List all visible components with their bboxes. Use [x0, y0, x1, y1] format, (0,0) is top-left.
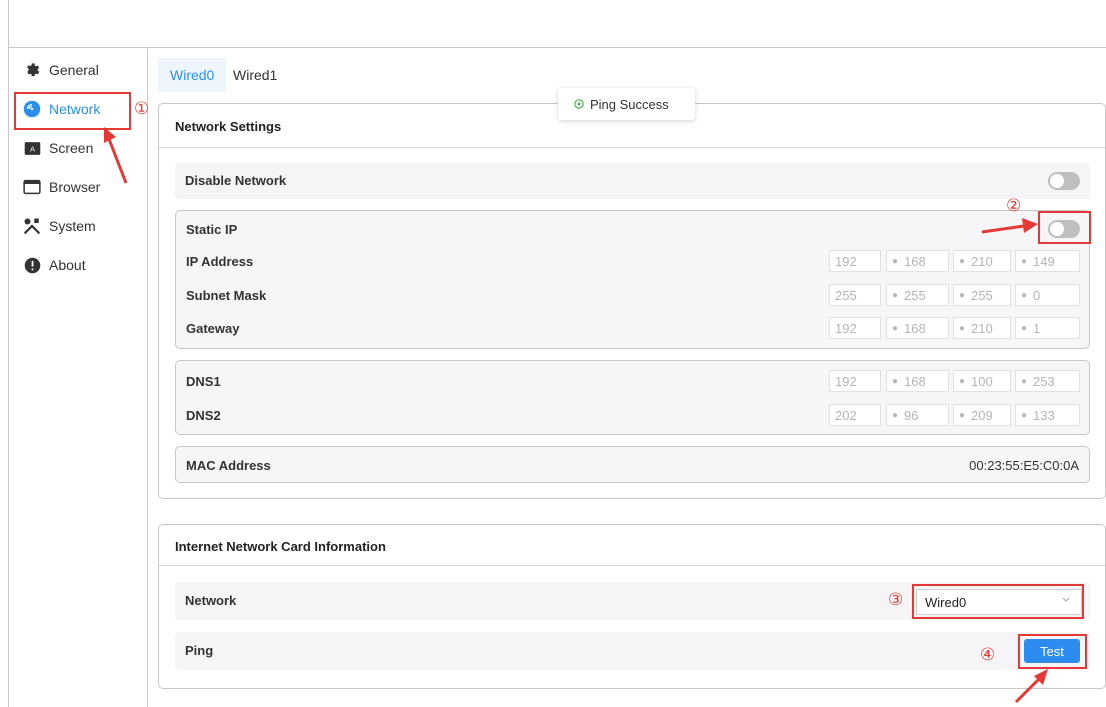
- sidebar-item-general[interactable]: General: [23, 56, 99, 84]
- dns2-octet-input[interactable]: ● 133: [1015, 404, 1080, 426]
- octet-value: 192: [835, 373, 857, 389]
- tab-label: Wired0: [170, 67, 215, 83]
- dns1-label: DNS1: [186, 374, 221, 389]
- subnet-octet-input[interactable]: ● 255: [886, 284, 949, 306]
- ping-success-toast: Ping Success: [558, 88, 695, 120]
- sidebar-item-label: General: [49, 62, 99, 78]
- dns2-octet-input[interactable]: ● 96: [886, 404, 949, 426]
- dns2-label: DNS2: [186, 408, 221, 423]
- octet-value: 192: [835, 253, 857, 269]
- gateway-label: Gateway: [186, 321, 240, 336]
- tab-wired1[interactable]: Wired1: [233, 58, 277, 92]
- ip-octet-input[interactable]: ● 168: [886, 250, 949, 272]
- subnet-mask-label: Subnet Mask: [186, 288, 267, 303]
- dns1-octet-input[interactable]: ● 100: [953, 370, 1011, 392]
- annotation-number-4: ④: [980, 645, 996, 664]
- gateway-octet-input[interactable]: ● 168: [886, 317, 949, 339]
- annotation-box-test-button: [1018, 634, 1087, 669]
- disable-network-toggle[interactable]: [1048, 172, 1080, 190]
- top-bar: [8, 0, 1106, 48]
- sidebar-item-system[interactable]: System: [23, 212, 96, 240]
- ip-octet-input[interactable]: ● 149: [1015, 250, 1080, 272]
- octet-value: 168: [904, 373, 926, 389]
- ping-label: Ping: [185, 643, 214, 658]
- svg-text:A: A: [30, 144, 35, 153]
- check-circle-icon: [574, 99, 584, 109]
- octet-value: 168: [904, 320, 926, 336]
- dns1-octet-input[interactable]: ● 168: [886, 370, 949, 392]
- sidebar-item-label: About: [49, 257, 86, 273]
- sidebar-item-about[interactable]: About: [23, 251, 86, 279]
- annotation-number-3: ③: [888, 590, 904, 609]
- octet-value: 210: [971, 253, 993, 269]
- ip-octet-input[interactable]: 192: [829, 250, 881, 272]
- octet-value: 210: [971, 320, 993, 336]
- panel-title: Network Settings: [175, 119, 282, 134]
- octet-value: 255: [904, 287, 926, 303]
- ping-row: Ping: [175, 632, 1090, 670]
- octet-value: 209: [971, 407, 993, 423]
- octet-value: 253: [1033, 373, 1055, 389]
- sidebar-item-label: Browser: [49, 179, 101, 195]
- panel-title: Internet Network Card Information: [175, 539, 386, 554]
- gateway-octet-input[interactable]: ● 210: [953, 317, 1011, 339]
- octet-value: 133: [1033, 407, 1055, 423]
- octet-value: 149: [1033, 253, 1055, 269]
- annotation-arrow-2: [981, 218, 1038, 234]
- octet-value: 96: [904, 407, 919, 423]
- sidebar-item-label: Screen: [49, 140, 94, 156]
- gateway-octet-input[interactable]: ● 1: [1015, 317, 1080, 339]
- tab-wired0[interactable]: Wired0: [158, 58, 227, 92]
- dns2-octet-input[interactable]: 202: [829, 404, 881, 426]
- annotation-arrow-1: [104, 127, 128, 184]
- disable-network-row: Disable Network: [175, 163, 1090, 199]
- tab-label: Wired1: [233, 67, 278, 83]
- octet-value: 255: [835, 287, 857, 303]
- screen-icon: A: [23, 139, 41, 157]
- octet-value: 192: [835, 320, 857, 336]
- subnet-octet-input[interactable]: ● 0: [1015, 284, 1080, 306]
- static-ip-label: Static IP: [186, 222, 238, 237]
- octet-value: 1: [1033, 320, 1041, 336]
- annotation-arrow-4: [1014, 669, 1048, 704]
- divider: [159, 147, 1105, 148]
- octet-value: 202: [835, 407, 857, 423]
- annotation-number-1: ①: [134, 99, 150, 118]
- mac-address-label: MAC Address: [186, 458, 271, 473]
- sidebar-item-browser[interactable]: Browser: [23, 173, 100, 201]
- toast-text: Ping Success: [590, 96, 669, 112]
- ip-octet-input[interactable]: ● 210: [953, 250, 1011, 272]
- gateway-octet-input[interactable]: 192: [829, 317, 881, 339]
- tools-icon: [23, 217, 41, 235]
- network-label: Network: [185, 593, 237, 608]
- subnet-octet-input[interactable]: 255: [829, 284, 881, 306]
- annotation-number-2: ②: [1006, 196, 1022, 215]
- browser-icon: [23, 178, 41, 196]
- disable-network-label: Disable Network: [185, 173, 287, 188]
- dns2-octet-input[interactable]: ● 209: [953, 404, 1011, 426]
- octet-value: 168: [904, 253, 926, 269]
- info-icon: [23, 256, 41, 274]
- gear-icon: [23, 61, 41, 79]
- sidebar-item-label: System: [49, 218, 96, 234]
- subnet-octet-input[interactable]: ● 255: [953, 284, 1011, 306]
- mac-address-value: 00:23:55:E5:C0:0A: [969, 458, 1079, 473]
- octet-value: 255: [971, 287, 993, 303]
- sidebar-item-screen[interactable]: A Screen: [23, 134, 93, 162]
- dns1-octet-input[interactable]: ● 253: [1015, 370, 1080, 392]
- octet-value: 0: [1033, 287, 1041, 303]
- divider: [159, 565, 1105, 566]
- mac-address-group: MAC Address 00:23:55:E5:C0:0A: [175, 446, 1090, 483]
- dns1-octet-input[interactable]: 192: [829, 370, 881, 392]
- annotation-box-network-select: [912, 584, 1084, 619]
- octet-value: 100: [971, 373, 993, 389]
- ip-address-label: IP Address: [186, 254, 254, 269]
- annotation-box-static-ip: [1038, 211, 1091, 244]
